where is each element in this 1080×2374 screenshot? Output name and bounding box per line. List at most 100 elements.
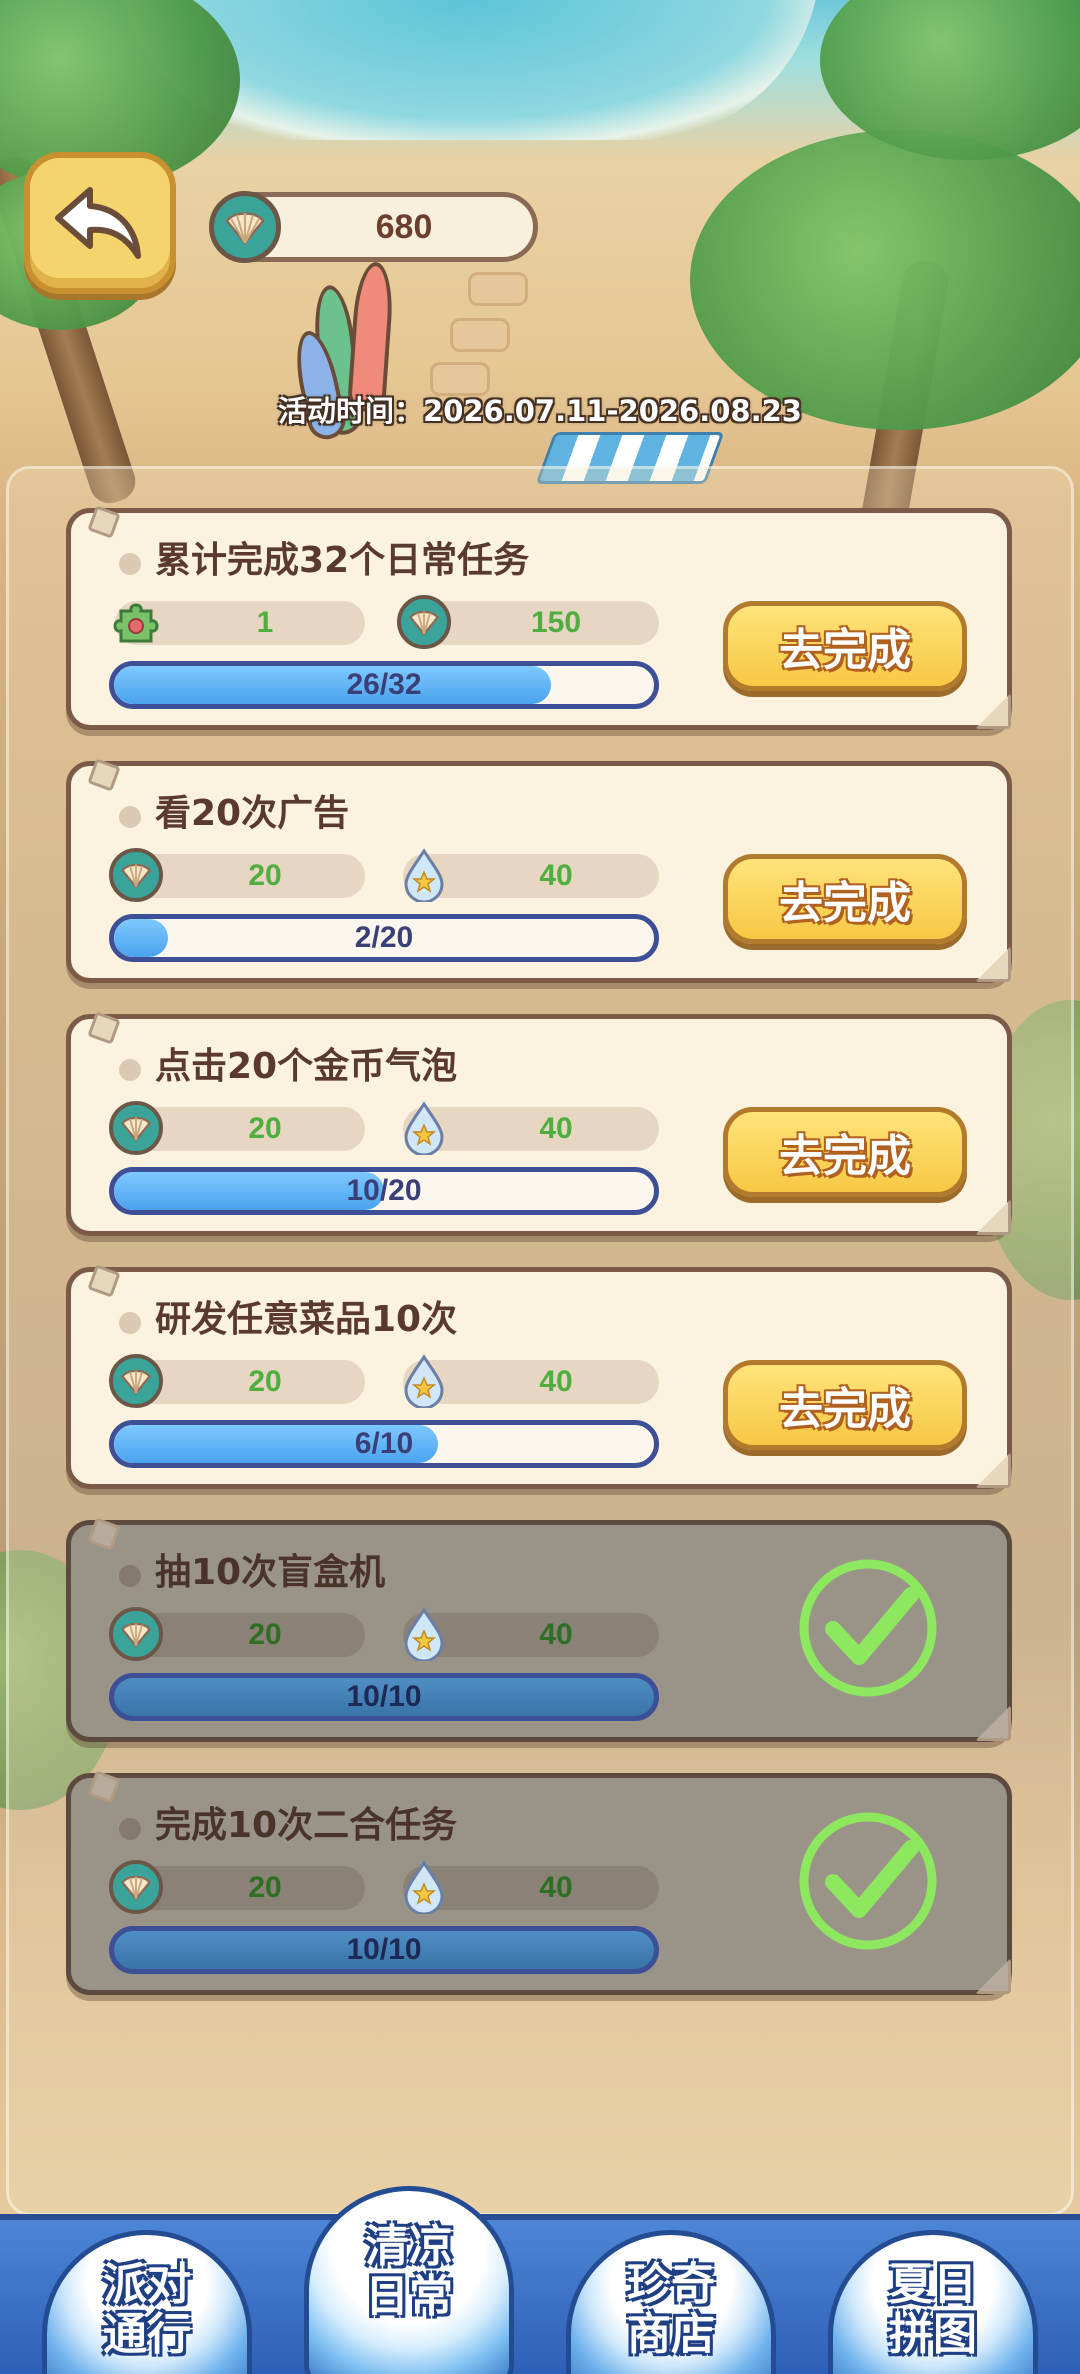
water-drop-icon (397, 1354, 451, 1408)
back-arrow-icon (55, 187, 141, 259)
reward-slot: 40 (403, 1101, 659, 1155)
progress-text: 26/32 (346, 668, 422, 701)
title-bullet (119, 553, 141, 575)
paper-corner (87, 758, 121, 792)
reward-value: 40 (539, 859, 573, 892)
paper-corner (975, 1958, 1011, 1994)
water-drop-icon (397, 848, 451, 902)
event-time: 活动时间：2026.07.11-2026.08.23 (278, 394, 802, 428)
go-complete-button[interactable]: 去完成 (723, 1360, 967, 1450)
task-title: 点击20个金币气泡 (155, 1046, 458, 1087)
paper-corner (87, 1770, 121, 1804)
reward-value: 20 (248, 1618, 282, 1651)
title-bullet (119, 1565, 141, 1587)
paper-corner (87, 1264, 121, 1298)
reward-value: 20 (248, 1112, 282, 1145)
reward-slot: 1 (113, 601, 365, 645)
reward-slot: 150 (397, 595, 659, 649)
reward-value: 1 (256, 606, 274, 639)
palm-leaves (690, 130, 1080, 430)
paper-corner (975, 946, 1011, 982)
progress-text: 10/10 (346, 1933, 422, 1966)
reward-slot: 20 (109, 848, 365, 902)
shell-icon (109, 1101, 163, 1155)
paper-corner (975, 1452, 1011, 1488)
tab-label: 珍奇 商店 (627, 2259, 715, 2360)
task-progress-bar: 26/32 (109, 661, 659, 709)
reward-value: 20 (248, 1871, 282, 1904)
shell-icon (209, 191, 281, 263)
go-complete-button[interactable]: 去完成 (723, 601, 967, 691)
task-title: 累计完成32个日常任务 (155, 540, 530, 581)
paper-corner (975, 693, 1011, 729)
water-drop-icon (397, 1860, 451, 1914)
progress-text: 10/20 (346, 1174, 422, 1207)
task-card: 累计完成32个日常任务 1 150 26/32 去完成 (66, 505, 1012, 730)
shell-icon (109, 1860, 163, 1914)
paper-corner (87, 1517, 121, 1551)
task-title: 研发任意菜品10次 (155, 1299, 458, 1340)
back-button[interactable] (24, 152, 176, 294)
go-complete-button[interactable]: 去完成 (723, 854, 967, 944)
task-card: 看20次广告 20 40 2/20 去完成 (66, 758, 1012, 983)
stepping-stone (450, 318, 510, 352)
task-title: 看20次广告 (155, 793, 350, 834)
task-title: 抽10次盲盒机 (155, 1552, 386, 1593)
reward-value: 20 (248, 859, 282, 892)
task-progress-bar: 10/20 (109, 1167, 659, 1215)
reward-slot: 20 (109, 1354, 365, 1408)
task-card: 点击20个金币气泡 20 40 10/20 去完成 (66, 1011, 1012, 1236)
progress-text: 6/10 (354, 1427, 414, 1460)
tab-label: 夏日 拼图 (889, 2259, 977, 2360)
task-progress-bar: 10/10 (109, 1926, 659, 1974)
water-drop-icon (397, 1101, 451, 1155)
reward-slot: 20 (109, 1860, 365, 1914)
task-progress-bar: 10/10 (109, 1673, 659, 1721)
shell-currency-bar: 680 (209, 191, 538, 263)
task-progress-bar: 6/10 (109, 1420, 659, 1468)
completed-check-icon (795, 1555, 941, 1701)
stepping-stone (468, 272, 528, 306)
progress-text: 10/10 (346, 1680, 422, 1713)
title-bullet (119, 1059, 141, 1081)
shell-icon (397, 595, 451, 649)
puzzle-piece-icon (109, 595, 163, 649)
task-title: 完成10次二合任务 (155, 1805, 458, 1846)
tab-label: 派对 通行 (103, 2259, 191, 2360)
reward-value: 40 (539, 1871, 573, 1904)
reward-slot: 40 (403, 848, 659, 902)
reward-value: 150 (530, 606, 582, 639)
water-drop-icon (397, 1607, 451, 1661)
shell-icon (109, 1607, 163, 1661)
reward-slot: 40 (403, 1354, 659, 1408)
go-complete-button[interactable]: 去完成 (723, 1107, 967, 1197)
tab-cool-daily[interactable]: 清凉 日常 (284, 2166, 534, 2374)
title-bullet (119, 1312, 141, 1334)
task-progress-bar: 2/20 (109, 914, 659, 962)
shell-icon (109, 1354, 163, 1408)
paper-corner (87, 1011, 121, 1045)
reward-value: 40 (539, 1365, 573, 1398)
task-card: 完成10次二合任务 20 40 10/10 (66, 1770, 1012, 1995)
reward-value: 40 (539, 1618, 573, 1651)
task-card: 抽10次盲盒机 20 40 10/10 (66, 1517, 1012, 1742)
paper-corner (975, 1705, 1011, 1741)
tab-party-pass[interactable]: 派对 通行 (22, 2200, 272, 2374)
bottom-nav: 派对 通行 清凉 日常 珍奇 商店 夏日 拼图 (0, 2186, 1080, 2374)
tab-label: 清凉 日常 (365, 2221, 453, 2322)
progress-text: 2/20 (354, 921, 414, 954)
title-bullet (119, 806, 141, 828)
reward-slot: 20 (109, 1607, 365, 1661)
tab-summer-puzzle[interactable]: 夏日 拼图 (808, 2200, 1058, 2374)
reward-slot: 40 (403, 1860, 659, 1914)
reward-slot: 20 (109, 1101, 365, 1155)
paper-corner (87, 505, 121, 539)
shell-icon (109, 848, 163, 902)
task-card: 研发任意菜品10次 20 40 6/10 去完成 (66, 1264, 1012, 1489)
reward-slot: 40 (403, 1607, 659, 1661)
reward-value: 40 (539, 1112, 573, 1145)
completed-check-icon (795, 1808, 941, 1954)
title-bullet (119, 1818, 141, 1840)
paper-corner (975, 1199, 1011, 1235)
tab-rare-shop[interactable]: 珍奇 商店 (546, 2200, 796, 2374)
